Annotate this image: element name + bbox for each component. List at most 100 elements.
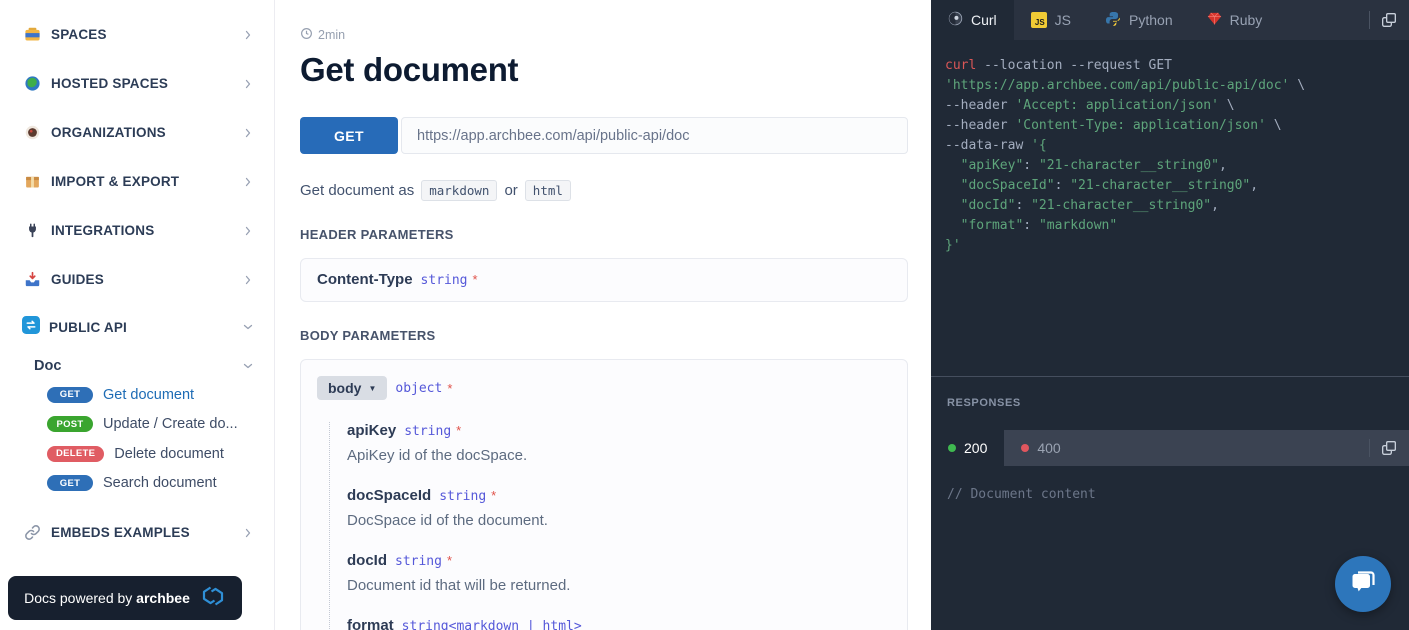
description-text: or [504, 182, 517, 199]
body-root-name: body [328, 380, 361, 396]
triangle-down-icon: ▼ [368, 384, 376, 393]
endpoint-item[interactable]: GET Search document [0, 469, 274, 499]
sidebar-item-hosted-spaces[interactable]: HOSTED SPACES [0, 59, 274, 108]
param-name: docId [347, 552, 387, 569]
code-panel: Curl JSJS Python Ruby curl --location --req… [931, 0, 1409, 630]
language-tab-ruby[interactable]: Ruby [1190, 0, 1280, 40]
param-name-row: docIdstring* [347, 552, 891, 570]
organizations-icon [22, 124, 42, 141]
header-param-row: Content-Typestring* [317, 271, 891, 289]
copy-response-icon[interactable] [1381, 440, 1397, 456]
language-tab-label: Curl [971, 12, 997, 28]
endpoint-description: Get document as markdown or html [300, 180, 908, 201]
language-tab-js[interactable]: JSJS [1014, 0, 1088, 40]
endpoint-label: Delete document [114, 446, 224, 462]
param-type: string [404, 424, 451, 439]
js-icon: JS [1031, 12, 1047, 28]
header-parameters-box: Content-Typestring* [300, 258, 908, 302]
param-name: docSpaceId [347, 487, 431, 504]
endpoint-label: Search document [103, 475, 217, 491]
sidebar-item-label: ORGANIZATIONS [51, 125, 242, 140]
code-toolbar [1369, 0, 1409, 40]
code-line: --data-raw '{ [945, 136, 1395, 156]
divider [1369, 439, 1370, 457]
main-content: 2min Get document GET Get document as ma… [275, 0, 931, 630]
read-time: 2min [300, 27, 908, 43]
required-asterisk: * [447, 553, 452, 568]
divider [1369, 11, 1370, 29]
code-line: --header 'Content-Type: application/json… [945, 116, 1395, 136]
sidebar-item-label: PUBLIC API [49, 320, 242, 335]
response-code-label: 400 [1037, 440, 1060, 456]
language-tab-curl[interactable]: Curl [931, 0, 1014, 40]
endpoint-item[interactable]: GETGet document [0, 380, 274, 410]
code-line: "apiKey": "21-character__string0", [945, 156, 1395, 176]
sidebar-item-spaces[interactable]: SPACES [0, 10, 274, 59]
sidebar-item-label: INTEGRATIONS [51, 223, 242, 238]
sidebar-item-label: HOSTED SPACES [51, 76, 242, 91]
code-line: curl --location --request GET [945, 56, 1395, 76]
request-url-input[interactable] [401, 117, 908, 154]
sidebar-item-guides[interactable]: GUIDES [0, 255, 274, 304]
required-asterisk: * [447, 381, 452, 396]
method-badge: GET [47, 475, 93, 491]
request-method-button[interactable]: GET [300, 117, 398, 154]
body-root-type: object [395, 381, 442, 396]
body-root-row: body ▼ object * [317, 376, 891, 400]
code-line: "docId": "21-character__string0", [945, 196, 1395, 216]
language-tab-label: Python [1129, 12, 1173, 28]
sidebar-nav: SPACES HOSTED SPACES ORGANIZATIONS IMPORT &… [0, 10, 274, 304]
format-chip-html: html [525, 180, 571, 201]
param-name: Content-Type [317, 271, 413, 288]
param-name: apiKey [347, 422, 396, 439]
response-tab-400[interactable]: 400 [1004, 440, 1077, 456]
chevron-right-icon [242, 176, 254, 188]
param-name-row: formatstring<markdown | html> [347, 617, 891, 630]
response-tabs: 200 400 [931, 430, 1409, 466]
description-text: Get document as [300, 182, 414, 199]
app-root: SPACES HOSTED SPACES ORGANIZATIONS IMPORT &… [0, 0, 1409, 630]
docs-powered-by-badge[interactable]: Docs powered by archbee [8, 576, 242, 620]
endpoint-label: Update / Create do... [103, 416, 238, 432]
required-asterisk: * [491, 488, 496, 503]
method-badge: GET [47, 387, 93, 403]
endpoint-item[interactable]: POST Update / Create do... [0, 410, 274, 440]
code-line: "docSpaceId": "21-character__string0", [945, 176, 1395, 196]
body-param: formatstring<markdown | html>Returned da… [347, 617, 891, 630]
sidebar-item-embeds-examples[interactable]: EMBEDS EXAMPLES [0, 508, 274, 557]
language-tab-label: Ruby [1230, 12, 1263, 28]
code-block: curl --location --request GET'https://ap… [931, 40, 1409, 377]
endpoint-list: GETGet document POST Update / Create do...… [0, 380, 274, 498]
copy-code-icon[interactable] [1381, 12, 1397, 28]
sidebar-group-doc[interactable]: Doc [0, 352, 274, 380]
code-line: --header 'Accept: application/json' \ [945, 96, 1395, 116]
sidebar-item-import-export[interactable]: IMPORT & EXPORT [0, 157, 274, 206]
archbee-logo-icon [200, 585, 226, 612]
chevron-down-icon [242, 321, 254, 333]
chevron-right-icon [242, 127, 254, 139]
globe-icon [22, 75, 42, 92]
curl-icon [948, 11, 963, 29]
body-expander-chip[interactable]: body ▼ [317, 376, 387, 400]
response-tab-200[interactable]: 200 [931, 430, 1004, 466]
method-badge: POST [47, 416, 93, 432]
language-tab-python[interactable]: Python [1088, 0, 1190, 40]
sidebar: SPACES HOSTED SPACES ORGANIZATIONS IMPORT &… [0, 0, 275, 630]
link-icon [22, 524, 42, 541]
format-chip-markdown: markdown [421, 180, 497, 201]
sidebar-item-organizations[interactable]: ORGANIZATIONS [0, 108, 274, 157]
sidebar-item-public-api[interactable]: PUBLIC API [0, 304, 274, 350]
clock-icon [300, 27, 313, 43]
endpoint-item[interactable]: DELETEDelete document [0, 439, 274, 469]
param-type: string<markdown | html> [402, 619, 582, 630]
body-param: apiKeystring*ApiKey id of the docSpace. [347, 422, 891, 464]
required-asterisk: * [473, 272, 478, 287]
status-dot-green [948, 444, 956, 452]
chevron-right-icon [242, 78, 254, 90]
response-tab-strip: 400 [1004, 430, 1409, 466]
param-name-row: docSpaceIdstring* [347, 487, 891, 505]
read-time-label: 2min [318, 28, 345, 42]
chat-widget-button[interactable] [1335, 556, 1391, 612]
status-dot-red [1021, 444, 1029, 452]
sidebar-item-integrations[interactable]: INTEGRATIONS [0, 206, 274, 255]
